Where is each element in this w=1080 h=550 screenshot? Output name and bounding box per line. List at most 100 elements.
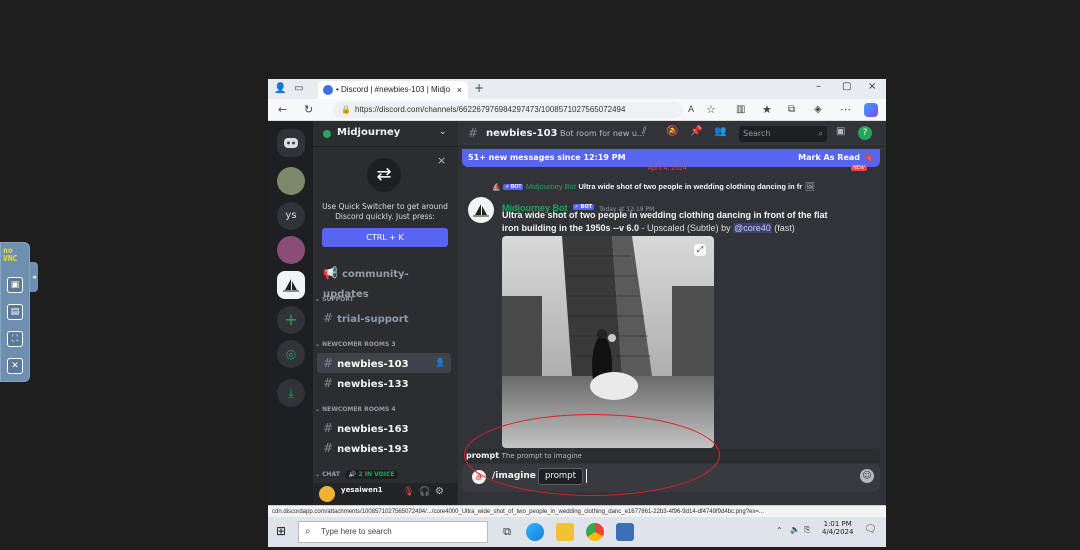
reply-reference[interactable]: ⛵ ✓ BOT Midjourney Bot Ultra wide shot o… [492,181,882,193]
extensions-icon[interactable]: ◈ [814,102,822,118]
back-icon[interactable]: ← [278,102,287,118]
lock-icon: 🔒 [341,105,351,114]
quick-switcher-icon: ⇄ [367,158,401,192]
tab-actions-icon[interactable]: ▭ [294,81,303,97]
notification-bell-icon[interactable]: 🔕 [666,126,678,137]
app-icon[interactable] [616,523,634,541]
hash-icon: # [323,421,334,435]
channel-trial-support[interactable]: # trial-support [317,308,451,328]
expand-image-icon[interactable]: ⤢ [694,244,706,256]
server-1-icon[interactable] [277,167,305,195]
channel-newbies-103[interactable]: # newbies-103 👤 [317,353,451,373]
close-window-button[interactable]: × [868,81,876,92]
clipboard-icon[interactable]: ▤ [7,304,23,320]
windows-taskbar: ⊞ ⌕ Type here to search ⧉ ⌃ 🔈 ⎘ 1:01 PM … [268,517,886,547]
emoji-icon[interactable]: ☺ [860,469,874,483]
taskbar-search-input[interactable]: ⌕ Type here to search [298,521,488,543]
server-header[interactable]: Midjourney ⌄ [313,121,458,147]
split-screen-icon[interactable]: ▥ [736,102,745,118]
inbox-icon[interactable]: ▣ [836,126,845,137]
disconnect-icon[interactable]: ✕ [7,358,23,374]
chat-area: # newbies-103 Bot room for new u... ⫽ 🔕 … [458,121,886,505]
download-apps-icon[interactable]: ⤓ [277,379,305,407]
close-tip-button[interactable]: × [437,154,446,167]
mute-icon[interactable]: 🎙 [403,487,414,497]
novnc-panel-handle[interactable]: ◂ [30,262,38,292]
new-tab-button[interactable]: + [474,80,484,96]
pin-icon[interactable]: 📌 [690,126,702,137]
avatar[interactable] [319,486,335,502]
settings-gear-icon[interactable]: ⚙ [435,486,444,497]
browser-tab-bar: 👤 ▭ • Discord | #newbies-103 | Midjo × +… [268,79,886,99]
favorites-icon[interactable]: ★ [762,102,772,118]
collections-icon[interactable]: ⧉ [788,102,795,118]
copilot-icon[interactable] [864,103,878,117]
discord-favicon [323,85,333,95]
member-list-icon[interactable]: 👥 [714,126,726,137]
clock[interactable]: 1:01 PM 4/4/2024 [822,520,853,536]
volume-icon[interactable]: 🔈 [790,525,800,534]
invite-icon[interactable]: 👤 [435,353,445,373]
read-aloud-icon[interactable]: A [688,102,694,118]
help-icon[interactable]: ? [858,126,872,140]
mark-as-read-button[interactable]: Mark As Read [798,149,860,167]
edge-browser-icon[interactable] [526,523,544,541]
more-icon[interactable]: ⋯ [840,102,851,118]
keyboard-icon[interactable]: ▣ [7,277,23,293]
message-input[interactable]: ⛵ /imagine prompt ☺ [462,464,880,492]
channel-community-updates[interactable]: 📢 community-updates [317,263,451,300]
channel-newbies-133[interactable]: # newbies-133 [317,373,451,393]
favorite-star-icon[interactable]: ☆ [706,102,716,118]
remote-desktop: 👤 ▭ • Discord | #newbies-103 | Midjo × +… [268,79,886,547]
channel-newbies-193[interactable]: # newbies-193 [317,438,451,458]
browser-toolbar: ← ↻ 🔒 https://discord.com/channels/66226… [268,99,886,121]
category-support[interactable]: ⌄ SUPPORT [315,296,354,303]
hash-icon: # [468,126,479,140]
novnc-control-panel: no VNC ▣ ▤ ⛶ ✕ [0,242,30,382]
category-label: NEWCOMER ROOMS 3 [322,341,396,348]
reply-text: Ultra wide shot of two people in wedding… [578,182,803,191]
message-input-area[interactable]: ⛵ /imagine prompt ☺ [462,460,880,500]
tab-close-icon[interactable]: × [457,81,462,99]
search-icon: ⌕ [305,526,311,537]
ctrl-k-button[interactable]: CTRL + K [322,228,448,247]
message-speed: (fast) [771,223,795,233]
add-server-icon[interactable]: + [277,306,305,334]
server-ys-icon[interactable]: ys [277,202,305,230]
search-input[interactable]: Search ⌕ [739,126,827,142]
category-label: NEWCOMER ROOMS 4 [322,406,396,413]
voice-badge-label: 2 IN VOICE [358,471,395,478]
hash-icon: # [323,376,334,390]
channel-topic[interactable]: Bot room for new u... [560,129,645,138]
chevron-down-icon: ⌄ [439,127,447,137]
refresh-icon[interactable]: ↻ [304,102,313,118]
address-bar[interactable]: 🔒 https://discord.com/channels/662267976… [333,102,683,118]
headphones-icon[interactable]: 🎧 [419,487,430,497]
tab-discord[interactable]: • Discord | #newbies-103 | Midjo × [318,81,468,99]
category-newcomer-4[interactable]: ⌄ NEWCOMER ROOMS 4 [315,406,396,413]
fullscreen-icon[interactable]: ⛶ [7,331,23,347]
threads-icon[interactable]: ⫽ [642,126,646,137]
server-3-icon[interactable] [277,236,305,264]
chrome-icon[interactable] [586,523,604,541]
task-view-icon[interactable]: ⧉ [498,523,516,541]
file-explorer-icon[interactable] [556,523,574,541]
category-newcomer-3[interactable]: ⌄ NEWCOMER ROOMS 3 [315,341,396,348]
prompt-param-field[interactable]: prompt [538,468,583,485]
channel-newbies-163[interactable]: # newbies-163 [317,418,451,438]
discord-home-icon[interactable] [277,129,305,157]
user-mention[interactable]: @core40 [733,223,772,233]
explore-servers-icon[interactable]: ◎ [277,340,305,368]
bot-avatar[interactable] [468,197,494,223]
windows-start-icon[interactable]: ⊞ [276,524,286,538]
maximize-button[interactable]: ▢ [842,81,851,92]
notifications-icon[interactable]: 🗨 [864,524,877,535]
channel-label: newbies-193 [337,444,409,455]
generated-image[interactable]: ⤢ [502,236,714,448]
profile-icon[interactable]: 👤 [274,81,286,97]
midjourney-server-icon[interactable] [277,271,305,299]
system-tray-chevron-icon[interactable]: ⌃ [776,526,783,535]
category-chat[interactable]: ⌄ CHAT 🔊 2 IN VOICE [315,470,399,479]
network-icon[interactable]: ⎘ [804,525,810,535]
minimize-button[interactable]: – [816,81,821,92]
